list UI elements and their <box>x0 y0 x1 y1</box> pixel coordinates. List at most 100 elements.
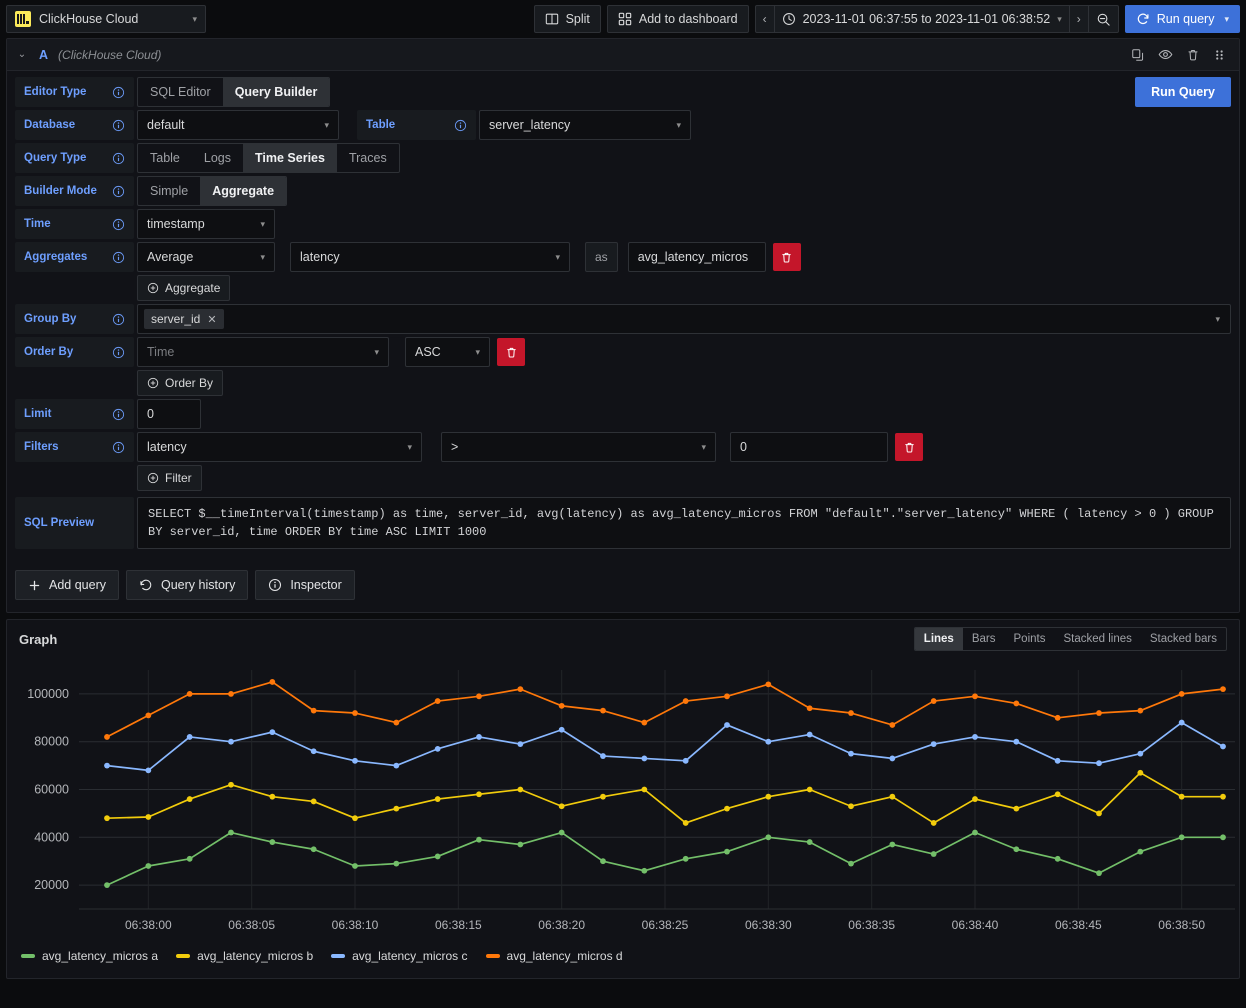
legend-item[interactable]: avg_latency_micros b <box>176 949 313 963</box>
graph-plot-area[interactable]: 2000040000600008000010000006:38:0006:38:… <box>7 658 1239 943</box>
order-by-column-placeholder: Time <box>147 345 374 359</box>
inspector-button[interactable]: Inspector <box>255 570 354 600</box>
editor-type-toggle[interactable]: SQL Editor Query Builder <box>137 77 330 107</box>
group-by-multiselect[interactable]: server_id ✕ ▾ <box>137 304 1231 334</box>
order-by-direction-value: ASC <box>415 345 475 359</box>
builder-mode-toggle[interactable]: Simple Aggregate <box>137 176 287 206</box>
filter-operator-select[interactable]: > ▾ <box>441 432 716 462</box>
table-select[interactable]: server_latency ▾ <box>479 110 691 140</box>
info-icon[interactable] <box>112 346 125 359</box>
order-by-direction-select[interactable]: ASC ▾ <box>405 337 490 367</box>
split-button[interactable]: Split <box>534 5 601 33</box>
collapse-caret-icon[interactable]: ⌄ <box>15 49 29 60</box>
query-type-option-traces[interactable]: Traces <box>337 144 399 172</box>
builder-mode-option-simple[interactable]: Simple <box>138 177 200 205</box>
add-order-by-button[interactable]: Order By <box>137 370 223 396</box>
legend-item[interactable]: avg_latency_micros a <box>21 949 158 963</box>
query-history-button[interactable]: Query history <box>126 570 248 600</box>
query-footer-actions: Add query Query history Inspector <box>7 560 1239 612</box>
remove-filter-button[interactable] <box>895 433 923 461</box>
datasource-picker[interactable]: ClickHouse Cloud ▾ <box>6 5 206 33</box>
group-by-tag-label: server_id <box>151 312 200 326</box>
legend-color-swatch <box>21 954 35 958</box>
remove-order-by-button[interactable] <box>497 338 525 366</box>
run-query-inline-label: Run Query <box>1151 85 1215 99</box>
info-icon[interactable] <box>112 86 125 99</box>
legend-item[interactable]: avg_latency_micros d <box>486 949 623 963</box>
x-tick-label: 06:38:30 <box>745 918 792 932</box>
viz-option-lines[interactable]: Lines <box>915 628 963 650</box>
drag-handle-icon[interactable] <box>1213 48 1225 62</box>
filter-column-select[interactable]: latency ▾ <box>137 432 422 462</box>
query-type-option-timeseries[interactable]: Time Series <box>243 144 337 172</box>
info-icon[interactable] <box>112 441 125 454</box>
grafana-explore-page: ClickHouse Cloud ▾ Split Add to dashboar… <box>0 0 1246 1008</box>
time-range-label: 2023-11-01 06:37:55 to 2023-11-01 06:38:… <box>803 12 1051 26</box>
aggregate-column-select[interactable]: latency ▾ <box>290 242 570 272</box>
time-column-select[interactable]: timestamp ▾ <box>137 209 275 239</box>
add-aggregate-label: Aggregate <box>165 281 220 295</box>
y-tick-label: 60000 <box>34 783 69 797</box>
info-icon[interactable] <box>454 119 467 132</box>
time-column-value: timestamp <box>147 217 260 231</box>
order-by-column-select[interactable]: Time ▾ <box>137 337 389 367</box>
builder-mode-option-aggregate[interactable]: Aggregate <box>200 177 286 205</box>
viz-option-stacked-lines[interactable]: Stacked lines <box>1054 628 1140 650</box>
trash-icon[interactable] <box>1186 48 1200 62</box>
group-by-tag[interactable]: server_id ✕ <box>144 309 224 329</box>
viz-option-points[interactable]: Points <box>1005 628 1055 650</box>
info-icon[interactable] <box>112 152 125 165</box>
graph-legend: avg_latency_micros a avg_latency_micros b… <box>7 943 1239 963</box>
chevron-down-icon: ▾ <box>374 347 379 358</box>
viz-option-stacked-bars[interactable]: Stacked bars <box>1141 628 1226 650</box>
legend-item[interactable]: avg_latency_micros c <box>331 949 467 963</box>
eye-icon[interactable] <box>1158 47 1173 62</box>
zoom-out-button[interactable] <box>1089 6 1118 32</box>
editor-type-option-builder[interactable]: Query Builder <box>223 78 330 106</box>
add-filter-button[interactable]: Filter <box>137 465 202 491</box>
info-icon[interactable] <box>112 251 125 264</box>
split-label: Split <box>566 12 590 26</box>
info-icon[interactable] <box>112 119 125 132</box>
x-tick-label: 06:38:15 <box>435 918 482 932</box>
time-range-picker[interactable]: 2023-11-01 06:37:55 to 2023-11-01 06:38:… <box>775 6 1070 32</box>
limit-input[interactable]: 0 <box>137 399 201 429</box>
y-tick-label: 40000 <box>34 830 69 844</box>
time-label: Time <box>24 218 112 230</box>
database-select[interactable]: default ▾ <box>137 110 339 140</box>
label-sql-preview: SQL Preview <box>15 497 134 549</box>
query-type-option-table[interactable]: Table <box>138 144 192 172</box>
info-icon[interactable] <box>112 313 125 326</box>
chevron-down-icon: ▾ <box>1057 14 1062 25</box>
run-query-button[interactable]: Run query ▾ <box>1125 5 1240 33</box>
remove-aggregate-button[interactable] <box>773 243 801 271</box>
info-icon[interactable] <box>112 218 125 231</box>
add-to-dashboard-button[interactable]: Add to dashboard <box>607 5 749 33</box>
aggregate-function-select[interactable]: Average ▾ <box>137 242 275 272</box>
query-type-toggle[interactable]: Table Logs Time Series Traces <box>137 143 400 173</box>
add-query-button[interactable]: Add query <box>15 570 119 600</box>
remove-tag-icon[interactable]: ✕ <box>207 313 216 326</box>
run-query-inline-button[interactable]: Run Query <box>1135 77 1231 107</box>
info-icon[interactable] <box>112 185 125 198</box>
viz-type-toggle[interactable]: Lines Bars Points Stacked lines Stacked … <box>914 627 1227 651</box>
split-icon <box>545 12 559 26</box>
time-shift-back-button[interactable]: ‹ <box>756 6 775 32</box>
sql-preview-text[interactable]: SELECT $__timeInterval(timestamp) as tim… <box>137 497 1231 549</box>
add-aggregate-button[interactable]: Aggregate <box>137 275 230 301</box>
query-row-actions <box>1131 47 1231 62</box>
inspector-label: Inspector <box>290 578 341 592</box>
filters-label: Filters <box>24 441 112 453</box>
timeseries-svg: 2000040000600008000010000006:38:0006:38:… <box>7 658 1246 943</box>
filter-operator-value: > <box>451 440 701 454</box>
duplicate-icon[interactable] <box>1131 48 1145 62</box>
editor-type-option-sql[interactable]: SQL Editor <box>138 78 223 106</box>
query-type-option-logs[interactable]: Logs <box>192 144 243 172</box>
viz-option-bars[interactable]: Bars <box>963 628 1005 650</box>
order-by-label: Order By <box>24 346 112 358</box>
dashboard-grid-icon <box>618 12 632 26</box>
time-shift-forward-button[interactable]: › <box>1070 6 1089 32</box>
info-icon[interactable] <box>112 408 125 421</box>
aggregate-alias-input[interactable]: avg_latency_micros <box>628 242 766 272</box>
filter-value-input[interactable]: 0 <box>730 432 888 462</box>
